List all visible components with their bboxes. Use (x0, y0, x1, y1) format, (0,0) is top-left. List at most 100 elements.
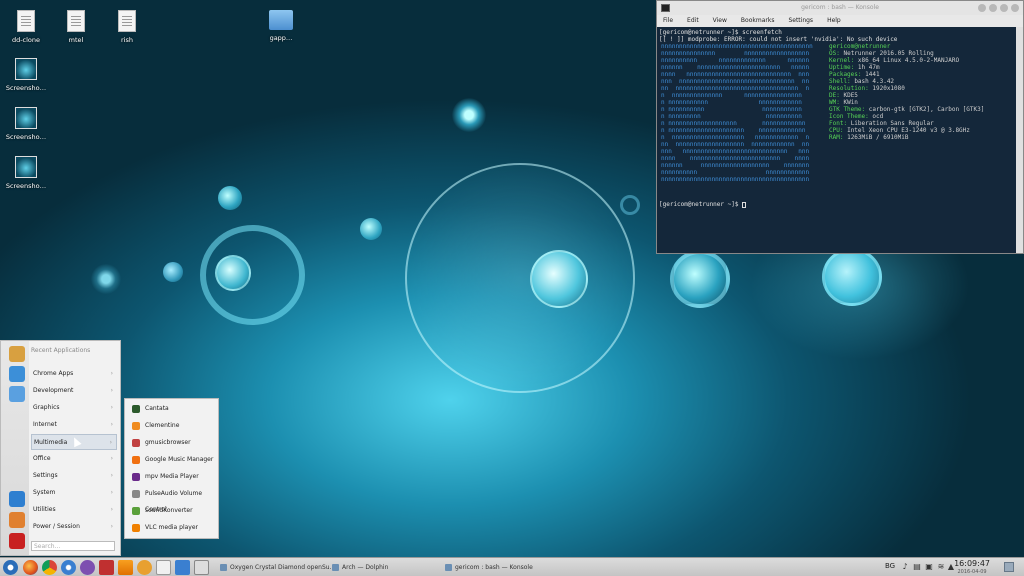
task-browser[interactable]: Oxygen Crystal Diamond openSu... (220, 560, 335, 575)
menu-bookmarks[interactable]: Bookmarks (741, 15, 775, 27)
menu-file[interactable]: File (663, 15, 673, 27)
folder-icon (269, 10, 293, 30)
clipboard-icon[interactable]: ▤ (912, 562, 922, 572)
terminal-output[interactable]: [gericom@netrunner ~]$ screenfetch [[ ! … (657, 27, 1017, 253)
app-clementine[interactable]: Clementine (127, 418, 217, 434)
menu-item-label: System (33, 489, 56, 496)
app-vlc[interactable]: VLC media player (127, 520, 217, 536)
refresh-icon[interactable] (9, 512, 25, 528)
menu-item-power-session[interactable]: Power / Session › (31, 519, 117, 535)
vlc-icon[interactable] (118, 560, 133, 575)
info-value: KDE5 (843, 92, 858, 99)
menu-item-utilities[interactable]: Utilities › (31, 502, 117, 518)
download-icon[interactable] (9, 491, 25, 507)
menu-help[interactable]: Help (827, 15, 841, 27)
kde-menu-icon[interactable] (3, 560, 18, 575)
menu-item-label: Internet (33, 421, 57, 428)
konsole-window[interactable]: gericom : bash — Konsole File Edit View … (656, 0, 1024, 254)
shell-prompt[interactable]: [gericom@netrunner ~]$ (659, 201, 747, 208)
konsole-menubar: File Edit View Bookmarks Settings Help (657, 15, 1023, 27)
desktop-folder-gapp[interactable]: gapp… (256, 10, 306, 42)
info-key: RAM: (829, 134, 844, 141)
app-google-music-manager[interactable]: Google Music Manager (127, 452, 217, 468)
desktop-file-rish[interactable]: rish (102, 10, 152, 44)
app-pulseaudio[interactable]: PulseAudio Volume Control (127, 486, 217, 513)
desktop-screenshot-3[interactable]: Screensho… (1, 156, 51, 190)
speaker-icon (132, 490, 140, 498)
task-konsole[interactable]: gericom : bash — Konsole (445, 560, 533, 575)
task-dolphin[interactable]: Arch — Dolphin (332, 560, 388, 575)
app-soundkonverter[interactable]: soundKonverter (127, 503, 217, 519)
wallpaper-orb-small3 (91, 264, 121, 294)
chrome-icon[interactable] (42, 560, 57, 575)
downloader-icon[interactable] (175, 560, 190, 575)
text-editor-icon[interactable] (156, 560, 171, 575)
network-icon[interactable]: ≋ (936, 562, 946, 572)
info-key: WM: (829, 99, 840, 106)
package-icon[interactable] (9, 386, 25, 402)
desktop-icon-label: rish (121, 36, 133, 44)
volume-icon[interactable]: ♪ (900, 562, 910, 572)
app-cantata[interactable]: Cantata (127, 401, 217, 417)
menu-item-label: Chrome Apps (33, 370, 74, 377)
home-icon[interactable] (194, 560, 209, 575)
mpv-icon (132, 473, 140, 481)
maximize-button[interactable] (1000, 4, 1008, 12)
menu-item-label: Utilities (33, 506, 56, 513)
show-desktop-icon[interactable] (1004, 562, 1014, 572)
help-button[interactable] (978, 4, 986, 12)
desktop-icon-label: Screensho… (5, 133, 47, 141)
app-label: mpv Media Player (145, 473, 199, 480)
menu-item-chrome-apps[interactable]: Chrome Apps › (31, 366, 117, 382)
menu-item-development[interactable]: Development › (31, 383, 117, 399)
info-key: Font: (829, 120, 848, 127)
menu-item-settings[interactable]: Settings › (31, 468, 117, 484)
info-key: GTK Theme: (829, 106, 866, 113)
gmusicbrowser-icon (132, 439, 140, 447)
menu-item-office[interactable]: Office › (31, 451, 117, 467)
power-icon[interactable] (9, 533, 25, 549)
dropbox-icon[interactable] (9, 366, 25, 382)
minimize-button[interactable] (989, 4, 997, 12)
app-label: Google Music Manager (145, 456, 214, 463)
chevron-right-icon: › (110, 455, 113, 462)
firefox-icon[interactable] (23, 560, 38, 575)
wallpaper-orb-small4 (360, 218, 382, 240)
info-key: Shell: (829, 78, 851, 85)
menu-item-system[interactable]: System › (31, 485, 117, 501)
app-mpv[interactable]: mpv Media Player (127, 469, 217, 485)
desktop-file-dd-clone[interactable]: dd-clone (1, 10, 51, 44)
tools-icon[interactable] (9, 346, 25, 362)
info-key: OS: (829, 50, 840, 57)
desktop-icon-label: Screensho… (5, 84, 47, 92)
scrollbar[interactable] (1016, 27, 1023, 253)
konsole-titlebar[interactable]: gericom : bash — Konsole (657, 1, 1023, 15)
desktop-screenshot-2[interactable]: Screensho… (1, 107, 51, 141)
chevron-right-icon: › (110, 489, 113, 496)
viber-icon[interactable] (80, 560, 95, 575)
clock[interactable]: 16:09:47 2016-04-09 (954, 559, 990, 576)
gimp-icon[interactable] (137, 560, 152, 575)
menu-search-input[interactable]: Search... (31, 541, 115, 551)
info-value: 1920x1080 (872, 85, 905, 92)
application-launcher-menu: Recent Applications Chrome Apps › Develop… (0, 340, 121, 556)
menu-item-graphics[interactable]: Graphics › (31, 400, 117, 416)
lock-icon[interactable]: ▣ (924, 562, 934, 572)
menu-item-internet[interactable]: Internet › (31, 417, 117, 433)
menu-view[interactable]: View (713, 15, 727, 27)
app-label: gmusicbrowser (145, 439, 191, 446)
menu-edit[interactable]: Edit (687, 15, 699, 27)
keyboard-layout[interactable]: BG (885, 562, 895, 570)
info-key: Packages: (829, 71, 862, 78)
menu-settings[interactable]: Settings (788, 15, 813, 27)
close-button[interactable] (1011, 4, 1019, 12)
desktop-screenshot-1[interactable]: Screensho… (1, 58, 51, 92)
recent-applications-header[interactable]: Recent Applications (31, 347, 90, 354)
info-value: KWin (843, 99, 858, 106)
app-gmusicbrowser[interactable]: gmusicbrowser (127, 435, 217, 451)
chevron-right-icon: › (110, 387, 113, 394)
chevron-right-icon: › (109, 439, 112, 446)
desktop-file-mtel[interactable]: mtel (51, 10, 101, 44)
dolphin-icon[interactable] (61, 560, 76, 575)
game-icon[interactable] (99, 560, 114, 575)
